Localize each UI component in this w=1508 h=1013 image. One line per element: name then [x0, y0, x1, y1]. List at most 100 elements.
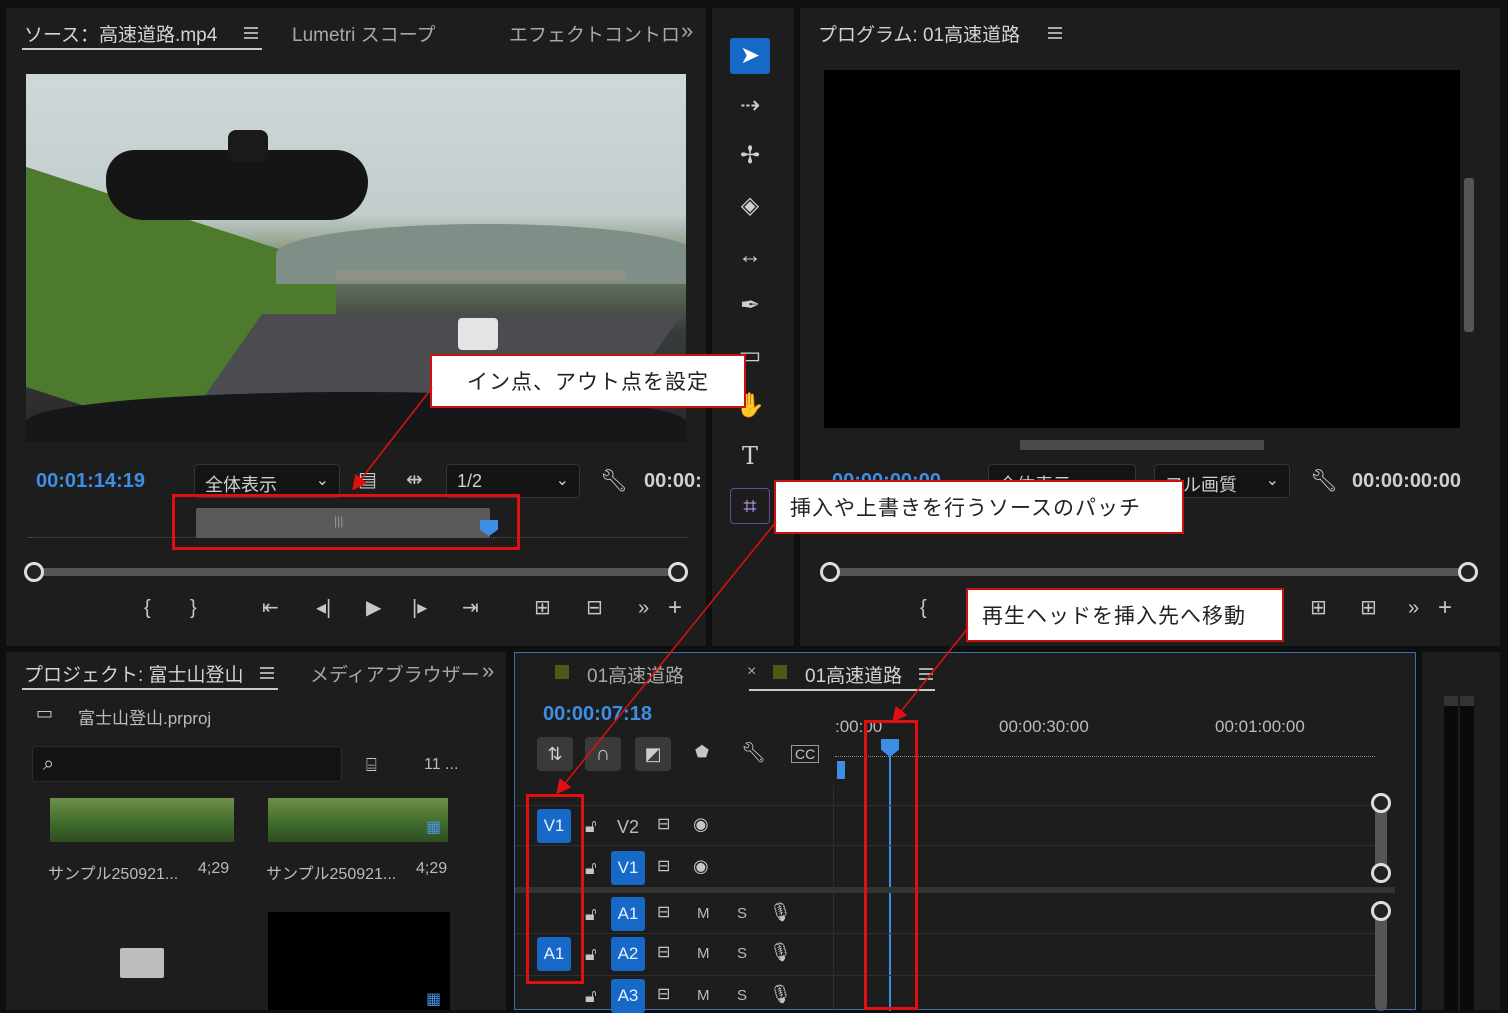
insert-button[interactable]: ⊞ [534, 598, 551, 618]
wrench-icon[interactable]: 🔧︎ [600, 470, 628, 492]
razor-tool-icon[interactable]: ◈ [730, 188, 770, 224]
track-target-a2[interactable]: A2 [611, 937, 645, 971]
sync-lock-icon[interactable]: ⊟ [657, 987, 670, 1003]
solo-button[interactable]: S [737, 987, 747, 1004]
timeline-timecode[interactable]: 00:00:07:18 [543, 703, 652, 726]
search-input[interactable]: ⌕ [32, 746, 342, 782]
track-label-v2[interactable]: V2 [617, 817, 639, 838]
play-button[interactable]: ▶ [366, 598, 381, 618]
program-scroll-handle-right[interactable] [1458, 562, 1478, 582]
microphone-icon[interactable]: 🎙︎ [769, 985, 792, 1003]
media-thumb-1[interactable] [50, 798, 234, 842]
extract-button[interactable]: ⊞ [1360, 598, 1377, 618]
mark-out-button[interactable]: } [190, 598, 197, 618]
sync-lock-icon[interactable]: ⊟ [657, 945, 670, 961]
track-target-a1[interactable]: A1 [611, 897, 645, 931]
step-forward-button[interactable]: |▸ [412, 598, 427, 618]
program-duration-timecode: 00:00:00:00 [1352, 470, 1461, 492]
find-icon[interactable]: ⌸ [366, 756, 377, 774]
sync-lock-icon[interactable]: ⊟ [657, 859, 670, 875]
overflow-tabs-icon[interactable]: » [681, 18, 693, 44]
solo-button[interactable]: S [737, 905, 747, 922]
tab-media-browser[interactable]: メディアブラウザー [310, 660, 480, 687]
program-vertical-scrollbar[interactable] [1464, 178, 1474, 332]
go-to-out-button[interactable]: ⇥ [462, 598, 479, 618]
panel-menu-icon[interactable] [260, 667, 274, 679]
tab-sequence-1[interactable]: 01高速道路 [587, 661, 684, 688]
lock-icon[interactable]: 🔓︎ [585, 987, 597, 1005]
mark-in-button[interactable]: { [920, 598, 927, 618]
track-target-a3[interactable]: A3 [611, 979, 645, 1013]
lift-button[interactable]: ⊞ [1310, 598, 1327, 618]
more-buttons-icon[interactable]: » [1408, 598, 1419, 618]
tab-project[interactable]: プロジェクト: 富士山登山 [24, 660, 244, 687]
caption-tool-icon[interactable]: ⌗ [730, 488, 770, 524]
lock-icon[interactable]: 🔓︎ [585, 945, 597, 963]
selection-tool-icon[interactable]: ➤ [730, 38, 770, 74]
source-scroll-handle-right[interactable] [668, 562, 688, 582]
add-marker-icon[interactable]: ⬟ [695, 745, 709, 761]
mute-button[interactable]: M [697, 905, 710, 922]
microphone-icon[interactable]: 🎙︎ [769, 943, 792, 961]
media-thumb-3[interactable] [268, 912, 450, 1010]
mark-in-button[interactable]: { [144, 598, 151, 618]
slip-tool-icon[interactable]: ↔ [730, 238, 770, 274]
work-area-in-marker[interactable] [837, 761, 845, 779]
overflow-tabs-icon[interactable]: » [482, 658, 494, 684]
panel-menu-icon[interactable] [244, 27, 258, 39]
tab-lumetri-scopes[interactable]: Lumetri スコープ [292, 20, 436, 47]
program-scroll-handle-left[interactable] [820, 562, 840, 582]
track-select-tool-icon[interactable]: ⇢ [730, 88, 770, 124]
marker-spread-icon[interactable]: ⇹ [406, 470, 423, 490]
ripple-edit-tool-icon[interactable]: ✢ [730, 138, 770, 174]
track-target-v1[interactable]: V1 [611, 851, 645, 885]
overwrite-button[interactable]: ⊟ [586, 598, 603, 618]
nest-toggle-button[interactable]: ⇅ [537, 737, 573, 771]
settings-clip-icon[interactable]: ▤ [358, 470, 377, 490]
wrench-icon[interactable]: 🔧︎ [1310, 470, 1338, 492]
tab-effect-controls[interactable]: エフェクトコントロ [509, 20, 680, 47]
tab-program[interactable]: プログラム: 01高速道路 [818, 20, 1020, 47]
source-scroll-handle-left[interactable] [24, 562, 44, 582]
captions-icon[interactable]: CC [791, 745, 820, 763]
pen-tool-icon[interactable]: ✒ [730, 288, 770, 324]
type-tool-icon[interactable]: T [730, 438, 770, 474]
eye-icon[interactable]: ◉ [693, 815, 709, 833]
mute-button[interactable]: M [697, 987, 710, 1004]
media-thumb-2[interactable] [268, 798, 448, 842]
program-zoom-scrollbar[interactable] [830, 568, 1470, 576]
timeline-settings-wrench-icon[interactable]: 🔧︎ [741, 743, 766, 763]
source-timecode[interactable]: 00:01:14:19 [36, 470, 145, 493]
close-tab-icon[interactable]: × [747, 663, 756, 681]
source-zoom-scrollbar[interactable] [34, 568, 680, 576]
panel-menu-icon[interactable] [1048, 27, 1062, 39]
sync-lock-icon[interactable]: ⊟ [657, 905, 670, 921]
bin-folder-icon[interactable] [120, 948, 164, 978]
add-button-icon[interactable]: + [1438, 596, 1452, 620]
add-button-icon[interactable]: + [668, 596, 682, 620]
lock-icon[interactable]: 🔓︎ [585, 905, 597, 923]
lock-icon[interactable]: 🔓︎ [585, 859, 597, 877]
more-buttons-icon[interactable]: » [638, 598, 649, 618]
audio-scroll-handle-top[interactable] [1371, 901, 1391, 921]
linked-selection-button[interactable]: ◩ [635, 737, 671, 771]
source-resolution-dropdown[interactable]: 1/2 ⌄ [446, 464, 580, 498]
tab-sequence-2[interactable]: 01高速道路 [805, 661, 902, 688]
snap-button[interactable]: ∩ [585, 737, 621, 771]
go-to-in-button[interactable]: ⇤ [262, 598, 279, 618]
video-scroll-handle-top[interactable] [1371, 793, 1391, 813]
audio-track-scrollbar[interactable] [1375, 909, 1387, 1011]
step-back-button[interactable]: ◂| [316, 598, 331, 618]
lock-icon[interactable]: 🔓︎ [585, 817, 597, 835]
sync-lock-icon[interactable]: ⊟ [657, 817, 670, 833]
ruler-label-30s: 00:00:30:00 [999, 717, 1089, 736]
source-fit-dropdown[interactable]: 全体表示 ⌄ [194, 464, 340, 498]
tab-source[interactable]: ソース：高速道路.mp4 [24, 20, 217, 47]
program-horizontal-scrollbar[interactable] [1020, 440, 1264, 450]
solo-button[interactable]: S [737, 945, 747, 962]
panel-menu-icon[interactable] [919, 668, 933, 680]
video-scroll-handle-bottom[interactable] [1371, 863, 1391, 883]
microphone-icon[interactable]: 🎙︎ [769, 903, 792, 921]
eye-icon[interactable]: ◉ [693, 857, 709, 875]
mute-button[interactable]: M [697, 945, 710, 962]
